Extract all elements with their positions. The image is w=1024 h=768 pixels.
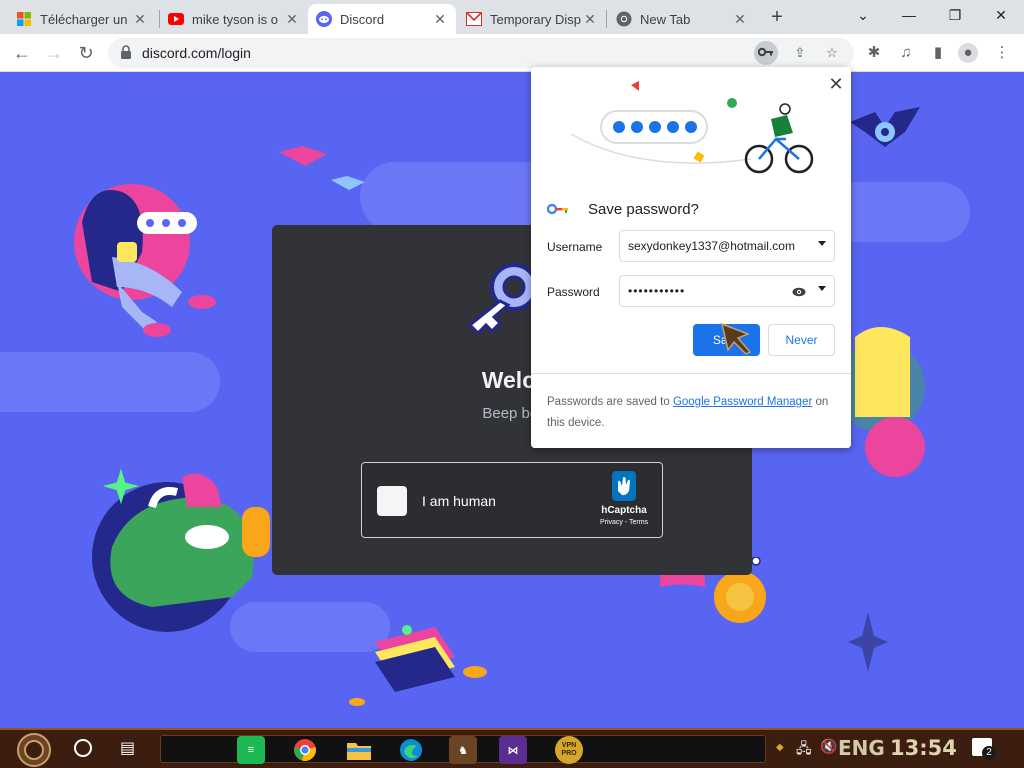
media-controls-icon[interactable]: ♫ <box>896 43 916 63</box>
yellow-creature-illustration <box>840 327 925 477</box>
steampunk-app-icon[interactable]: ♞ <box>449 736 477 764</box>
forward-button[interactable]: → <box>42 41 66 65</box>
tab-title: New Tab <box>640 11 691 27</box>
discord-login-page: Welcome Beep boop. Bo I am human hCaptch… <box>0 72 1024 728</box>
tab-title: Télécharger un <box>40 11 128 27</box>
password-field[interactable]: ••••••••••• <box>619 275 835 307</box>
clock[interactable]: 13:54 <box>890 736 957 760</box>
tab-temporary-mail[interactable]: Temporary Disp ✕ <box>458 4 606 34</box>
sparkle-illustration <box>848 612 888 672</box>
tab-title: mike tyson is o <box>192 11 278 27</box>
volume-muted-icon[interactable]: 🔇 <box>820 738 837 755</box>
language-indicator[interactable]: ENG <box>838 736 885 760</box>
lock-icon[interactable] <box>120 45 132 59</box>
windows-icon <box>16 11 32 27</box>
notifications-icon[interactable]: 2 <box>972 738 996 760</box>
mouse-cursor-icon <box>720 322 752 355</box>
username-field[interactable]: sexydonkey1337@hotmail.com <box>619 230 835 262</box>
menu-kebab-icon[interactable]: ⋮ <box>992 43 1012 63</box>
tray-overflow-icon[interactable]: ◆ <box>776 742 784 753</box>
mail-icon <box>466 11 482 27</box>
profile-avatar-icon[interactable]: ● <box>958 43 978 63</box>
cortana-search-icon[interactable] <box>74 739 92 757</box>
new-tab-button[interactable]: + <box>766 6 788 28</box>
green-monster-illustration <box>92 468 270 632</box>
vpn-pro-icon[interactable]: VPN PRO <box>555 736 583 764</box>
footer-text: Passwords are saved to Google Password M… <box>547 392 837 434</box>
tab-discord[interactable]: Discord ✕ <box>308 4 456 34</box>
flying-book-illustration <box>279 146 365 190</box>
tab-divider <box>606 10 607 28</box>
username-value[interactable]: sexydonkey1337@hotmail.com <box>628 239 795 253</box>
discord-icon <box>316 11 332 27</box>
chevron-down-icon[interactable] <box>818 286 826 291</box>
username-label: Username <box>547 240 603 254</box>
start-button-icon[interactable] <box>14 732 54 768</box>
password-key-icon[interactable] <box>754 41 778 65</box>
file-explorer-icon[interactable] <box>345 736 373 764</box>
captcha-label: I am human <box>422 493 496 509</box>
close-tab-icon[interactable]: ✕ <box>732 11 748 28</box>
url-text[interactable]: discord.com/login <box>142 45 251 61</box>
captcha-privacy-terms-link[interactable]: Privacy - Terms <box>588 519 660 526</box>
visual-studio-icon[interactable]: ⋈ <box>499 736 527 764</box>
browser-toolbar: ← → ↻ discord.com/login ⇪ ☆ ✱ ♫ ▮ ● ⋮ <box>0 34 1024 72</box>
windows-taskbar: ▤ ≡ ♞ ⋈ VPN PRO ◆ 🖧 🔇 ENG 13:54 2 <box>0 728 1024 768</box>
taskbar-apps-dock: ≡ ♞ ⋈ VPN PRO <box>160 735 766 764</box>
never-button[interactable]: Never <box>768 324 835 356</box>
spotify-like-app-icon[interactable]: ≡ <box>237 736 265 764</box>
vpn-pro-label: VPN PRO <box>561 742 577 757</box>
bookmark-star-icon[interactable]: ☆ <box>820 41 844 65</box>
edge-app-icon[interactable] <box>397 736 425 764</box>
tab-new-tab[interactable]: New Tab ✕ <box>608 4 756 34</box>
close-tab-icon[interactable]: ✕ <box>582 11 598 28</box>
background-cloud <box>0 352 220 412</box>
notification-count-badge: 2 <box>982 746 996 760</box>
show-password-eye-icon[interactable] <box>792 285 806 299</box>
save-password-footer: Passwords are saved to Google Password M… <box>531 373 851 448</box>
tab-title: Temporary Disp <box>490 11 582 27</box>
reload-button[interactable]: ↻ <box>74 41 98 65</box>
back-button[interactable]: ← <box>10 41 34 65</box>
address-bar[interactable]: discord.com/login ⇪ ☆ <box>108 38 854 68</box>
chrome-icon <box>616 11 632 27</box>
tab-youtube[interactable]: mike tyson is o ✕ <box>160 4 308 34</box>
gadget-illustration <box>349 625 487 706</box>
close-tab-icon[interactable]: ✕ <box>284 11 300 28</box>
save-password-dialog: ✕ Save password? Username sexydonkey1337… <box>531 67 851 448</box>
captcha-brand: hCaptcha <box>601 505 647 516</box>
key-illustration <box>467 263 538 336</box>
password-bike-illustration <box>570 81 814 174</box>
girl-character-illustration <box>74 184 216 337</box>
bat-creature-illustration <box>850 107 920 147</box>
task-view-icon[interactable]: ▤ <box>120 738 135 758</box>
hcaptcha-widget: I am human hCaptcha Privacy - Terms <box>361 462 663 538</box>
tab-strip: Télécharger un ✕ mike tyson is o ✕ Disco… <box>0 0 1024 34</box>
password-label: Password <box>547 285 600 299</box>
save-password-title: Save password? <box>588 201 699 218</box>
captcha-checkbox[interactable] <box>377 486 407 516</box>
close-window-button[interactable]: ✕ <box>978 4 1024 26</box>
tab-telecharger[interactable]: Télécharger un ✕ <box>8 4 156 34</box>
footer-prefix: Passwords are saved to <box>547 396 670 408</box>
share-icon[interactable]: ⇪ <box>788 41 812 65</box>
side-panel-icon[interactable]: ▮ <box>928 43 948 63</box>
restore-button[interactable]: ❐ <box>932 4 978 26</box>
network-icon[interactable]: 🖧 <box>796 738 812 762</box>
youtube-icon <box>168 11 184 27</box>
tab-title: Discord <box>340 11 385 27</box>
tab-search-icon[interactable]: ⌄ <box>840 4 886 26</box>
extensions-icon[interactable]: ✱ <box>864 43 884 63</box>
close-tab-icon[interactable]: ✕ <box>132 11 148 28</box>
minimize-button[interactable]: — <box>886 4 932 26</box>
hcaptcha-logo-icon[interactable] <box>608 471 640 501</box>
chrome-app-icon[interactable] <box>291 736 319 764</box>
close-icon[interactable]: ✕ <box>827 75 845 93</box>
google-key-icon <box>547 203 568 215</box>
close-tab-icon[interactable]: ✕ <box>432 11 448 28</box>
google-password-manager-link[interactable]: Google Password Manager <box>673 396 812 408</box>
password-value[interactable]: ••••••••••• <box>628 284 685 298</box>
chevron-down-icon[interactable] <box>818 241 826 246</box>
